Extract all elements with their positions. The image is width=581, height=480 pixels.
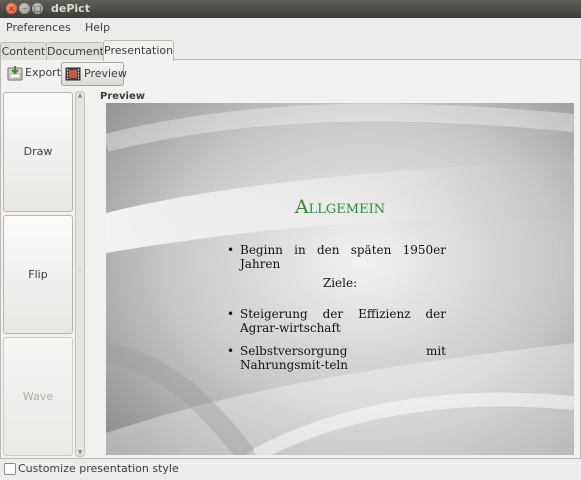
slide-bullet: • Beginn in den späten 1950er Jahren (227, 243, 446, 271)
export-button[interactable]: Export (4, 62, 62, 84)
tab-document[interactable]: Document (46, 42, 104, 60)
slide-preview: Allgemein • Beginn in den späten 1950er … (106, 103, 574, 455)
customize-style-label[interactable]: Customize presentation style (18, 462, 179, 475)
wave-button[interactable]: Wave (3, 337, 73, 456)
title-bar: × – □ dePict (0, 0, 581, 18)
preview-button[interactable]: Preview (61, 62, 127, 86)
slide-title: Allgemein (294, 196, 386, 218)
scroll-down-icon[interactable]: ▼ (76, 449, 84, 456)
bullet-icon: • (227, 243, 235, 257)
menu-preferences[interactable]: Preferences (6, 21, 71, 34)
tab-bar: Content Document Presentation (0, 40, 581, 61)
draw-button[interactable]: Draw (3, 92, 73, 212)
preview-label: Preview (84, 67, 127, 80)
scrollbar[interactable]: ▲ ⋮ ▼ (75, 91, 85, 457)
draw-label: Draw (23, 145, 53, 158)
tab-content[interactable]: Content (0, 42, 47, 60)
wave-label: Wave (22, 390, 54, 403)
flip-button[interactable]: Flip (3, 215, 73, 334)
export-label: Export (25, 66, 62, 79)
customize-style-checkbox[interactable] (4, 463, 16, 475)
slide-bullet: • Selbstversorgung mit Nahrungsmit-teln (227, 344, 446, 372)
bullet-icon: • (227, 307, 235, 321)
tab-presentation[interactable]: Presentation (103, 40, 174, 61)
bullet-icon: • (227, 344, 235, 358)
flip-label: Flip (28, 268, 48, 281)
slide-subheading: Ziele: (322, 276, 358, 290)
window-title: dePict (51, 2, 90, 15)
preview-heading: Preview (100, 91, 146, 102)
minimize-icon[interactable]: – (19, 3, 30, 14)
film-preview-icon (65, 67, 81, 81)
scroll-up-icon[interactable]: ▲ (76, 92, 84, 99)
export-icon (7, 66, 23, 81)
slide-bullet: • Steigerung der Effizienz der Agrar-wir… (227, 307, 446, 335)
menu-bar: Preferences Help (0, 18, 581, 38)
pane-grip-icon[interactable]: ⋮ (77, 267, 83, 274)
menu-help[interactable]: Help (85, 21, 110, 34)
close-icon[interactable]: × (6, 3, 17, 14)
maximize-icon[interactable]: □ (32, 3, 43, 14)
